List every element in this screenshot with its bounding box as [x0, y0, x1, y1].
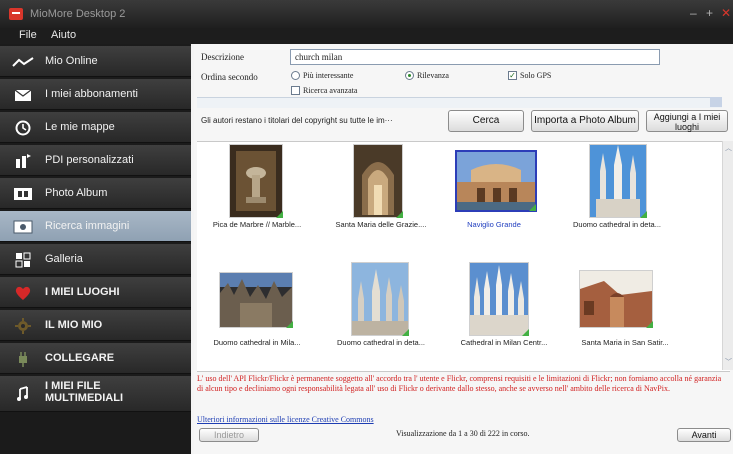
photo-image	[351, 262, 409, 336]
sidebar-item-ricerca-immagini[interactable]: Ricerca immagini	[0, 211, 191, 242]
gps-only-checkbox[interactable]: ✓	[508, 71, 517, 80]
collapsed-field-strip	[197, 97, 722, 108]
next-button[interactable]: Avanti	[677, 428, 731, 442]
gps-marker-icon	[529, 204, 536, 211]
sort-option-label: Più interessante	[303, 71, 354, 80]
gear-icon	[12, 317, 34, 334]
window-title: MioMore Desktop 2	[30, 8, 126, 20]
photo-image	[579, 270, 653, 328]
sidebar-item-photo-album[interactable]: Photo Album	[0, 178, 191, 209]
result-caption: Naviglio Grande	[467, 220, 521, 229]
result-caption: Duomo cathedral in deta...	[337, 338, 425, 347]
music-note-icon	[12, 385, 34, 402]
result-caption: Santa Maria delle Grazie....	[335, 220, 427, 229]
sidebar-item-abbonamenti[interactable]: I miei abbonamenti	[0, 79, 191, 110]
menu-bar: File Aiuto	[0, 28, 733, 44]
scroll-down-icon[interactable]: ﹀	[725, 357, 732, 367]
photo-image	[455, 150, 537, 212]
copyright-text: Gli autori restano i titolari del copyri…	[201, 116, 393, 125]
menu-help[interactable]: Aiuto	[51, 29, 76, 41]
result-thumbnail[interactable]: Duomo cathedral in deta...	[573, 144, 697, 234]
result-caption: Santa Maria in San Satir...	[581, 338, 669, 347]
gps-marker-icon	[646, 321, 653, 328]
gps-marker-icon	[276, 211, 283, 218]
gps-marker-icon	[640, 211, 647, 218]
sidebar-item-miei-luoghi[interactable]: I MIEI LUOGHI	[0, 277, 191, 308]
photo-image	[219, 272, 293, 328]
sidebar-item-label: Ricerca immagini	[45, 220, 130, 232]
sidebar-item-label: Photo Album	[45, 187, 108, 199]
sidebar-item-label: Le mie mappe	[45, 121, 115, 133]
search-button[interactable]: Cerca	[448, 110, 524, 132]
menu-file[interactable]: File	[19, 29, 37, 41]
sidebar-item-il-mio-mio[interactable]: IL MIO MIO	[0, 310, 191, 341]
sidebar-item-collegare[interactable]: COLLEGARE	[0, 343, 191, 374]
advanced-search-label: Ricerca avanzata	[303, 86, 358, 95]
sort-label: Ordina secondo	[201, 72, 258, 82]
close-button[interactable]: ✕	[721, 6, 731, 20]
film-icon	[12, 185, 34, 202]
description-input[interactable]: church milan	[290, 49, 660, 65]
sidebar-item-label: Galleria	[45, 253, 83, 265]
plug-icon	[12, 350, 34, 367]
sidebar-item-label: I miei abbonamenti	[45, 88, 138, 100]
result-thumbnail[interactable]: Cathedral in Milan Centr...	[459, 262, 579, 357]
sort-most-interesting-radio[interactable]	[291, 71, 300, 80]
photo-image	[353, 144, 403, 218]
heart-icon	[12, 284, 34, 301]
gps-marker-icon	[396, 211, 403, 218]
results-grid: Pica de Marbre // Marble... Santa Maria …	[197, 141, 730, 372]
sidebar-item-mio-online[interactable]: Mio Online	[0, 46, 191, 77]
gps-marker-icon	[286, 321, 293, 328]
sidebar-item-mappe[interactable]: Le mie mappe	[0, 112, 191, 143]
photo-image	[229, 144, 283, 218]
maximize-button[interactable]: +	[706, 6, 713, 20]
poi-flag-icon	[12, 152, 34, 169]
sort-option-label: Rilevanza	[417, 71, 449, 80]
photo-image	[589, 144, 647, 218]
gps-only-label: Solo GPS	[520, 71, 552, 80]
import-photo-album-button[interactable]: Importa a Photo Album	[531, 110, 639, 132]
gps-marker-icon	[402, 329, 409, 336]
gallery-grid-icon	[12, 251, 34, 268]
sort-relevance-radio[interactable]	[405, 71, 414, 80]
app-logo-icon	[9, 8, 23, 20]
scroll-up-icon[interactable]: ︿	[725, 143, 732, 153]
compass-icon	[12, 119, 34, 136]
flickr-terms-notice: L' uso dell' API Flickr/Flickr è permane…	[197, 374, 722, 393]
sidebar-item-label: Mio Online	[45, 55, 98, 67]
envelope-icon	[12, 86, 34, 103]
result-caption: Cathedral in Milan Centr...	[460, 338, 548, 347]
signal-icon	[12, 53, 34, 70]
sidebar-item-galleria[interactable]: Galleria	[0, 244, 191, 275]
dropdown-arrow-icon[interactable]	[710, 97, 722, 107]
advanced-search-checkbox[interactable]	[291, 86, 300, 95]
sidebar-item-label: I MIEI LUOGHI	[45, 286, 120, 298]
result-thumbnail[interactable]: Duomo cathedral in deta...	[337, 262, 459, 357]
title-bar: MioMore Desktop 2 – + ✕	[0, 0, 733, 28]
sidebar: Mio Online I miei abbonamenti Le mie map…	[0, 44, 191, 454]
result-caption: Duomo cathedral in Mila...	[213, 338, 301, 347]
description-label: Descrizione	[201, 52, 244, 62]
gps-marker-icon	[522, 329, 529, 336]
result-caption: Duomo cathedral in deta...	[573, 220, 661, 229]
results-scrollbar[interactable]: ︿ ﹀	[722, 141, 733, 370]
image-search-icon	[12, 218, 34, 235]
sidebar-item-pdi[interactable]: PDI personalizzati	[0, 145, 191, 176]
sidebar-item-label: PDI personalizzati	[45, 154, 134, 166]
sidebar-item-label: IL MIO MIO	[45, 319, 103, 331]
sidebar-item-label: COLLEGARE	[45, 352, 115, 364]
creative-commons-link[interactable]: Ulteriori informazioni sulle licenze Cre…	[197, 415, 374, 424]
pagination-status: Visualizzazione da 1 a 30 di 222 in cors…	[396, 429, 530, 438]
minimize-button[interactable]: –	[690, 6, 697, 20]
result-caption: Pica de Marbre // Marble...	[212, 220, 302, 229]
result-thumbnail[interactable]: Santa Maria in San Satir...	[579, 270, 699, 357]
photo-image	[469, 262, 529, 336]
sidebar-item-label: I MIEI FILE MULTIMEDIALI	[45, 380, 124, 404]
back-button[interactable]: Indietro	[199, 428, 259, 442]
sidebar-item-file-multimediali[interactable]: I MIEI FILE MULTIMEDIALI	[0, 376, 191, 412]
add-to-my-places-button[interactable]: Aggiungi a I miei luoghi	[646, 110, 728, 132]
